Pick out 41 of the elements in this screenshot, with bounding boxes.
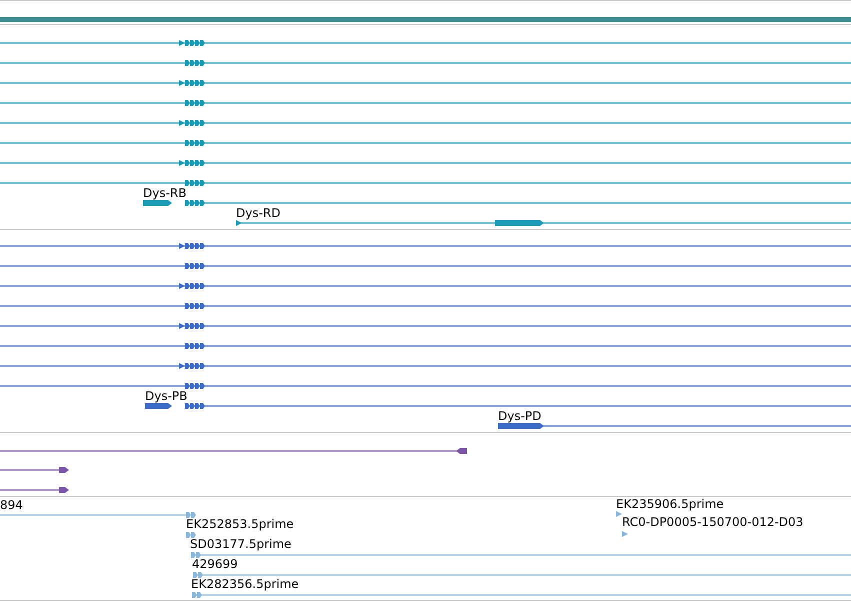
transcript[interactable]	[0, 283, 851, 289]
transcript[interactable]	[0, 303, 851, 309]
transcript[interactable]	[0, 383, 851, 389]
est-alignment[interactable]	[192, 592, 851, 598]
alignment[interactable]	[0, 487, 69, 493]
feature-label: RC0-DP0005-150700-012-D03	[622, 515, 804, 529]
feature-label: EK252853.5prime	[186, 517, 294, 531]
est-alignment[interactable]	[191, 552, 851, 558]
transcript[interactable]	[0, 100, 851, 106]
feature-label: EK235906.5prime	[616, 497, 724, 511]
transcript[interactable]	[0, 363, 851, 369]
transcript[interactable]	[0, 343, 851, 349]
transcript[interactable]	[0, 323, 851, 329]
feature-label: Dys-RD	[236, 206, 281, 220]
transcript[interactable]	[143, 200, 851, 206]
transcript[interactable]	[0, 243, 851, 249]
feature-label: 429699	[192, 557, 238, 571]
est-alignment[interactable]	[616, 511, 622, 517]
est-alignment[interactable]	[622, 531, 628, 537]
feature-label: SD03177.5prime	[190, 537, 292, 551]
transcript[interactable]	[0, 80, 851, 86]
transcript[interactable]	[498, 423, 851, 429]
transcript[interactable]	[0, 120, 851, 126]
est-alignment[interactable]	[193, 572, 851, 578]
transcript[interactable]	[0, 60, 851, 66]
transcript[interactable]	[0, 40, 851, 46]
transcript[interactable]	[0, 160, 851, 166]
feature-label: Dys-RB	[143, 186, 186, 200]
transcript[interactable]	[0, 140, 851, 146]
transcript[interactable]	[145, 403, 851, 409]
alignment[interactable]	[0, 467, 69, 473]
alignment[interactable]	[0, 448, 467, 454]
est-alignment[interactable]	[186, 532, 196, 538]
est-alignment[interactable]	[0, 512, 196, 518]
feature-label: EK282356.5prime	[191, 577, 299, 591]
feature-label: 894	[0, 498, 23, 512]
transcript[interactable]	[0, 180, 851, 186]
transcript[interactable]	[236, 220, 851, 226]
feature-label: Dys-PD	[498, 409, 542, 423]
transcript[interactable]	[0, 263, 851, 269]
feature-label: Dys-PB	[145, 389, 188, 403]
